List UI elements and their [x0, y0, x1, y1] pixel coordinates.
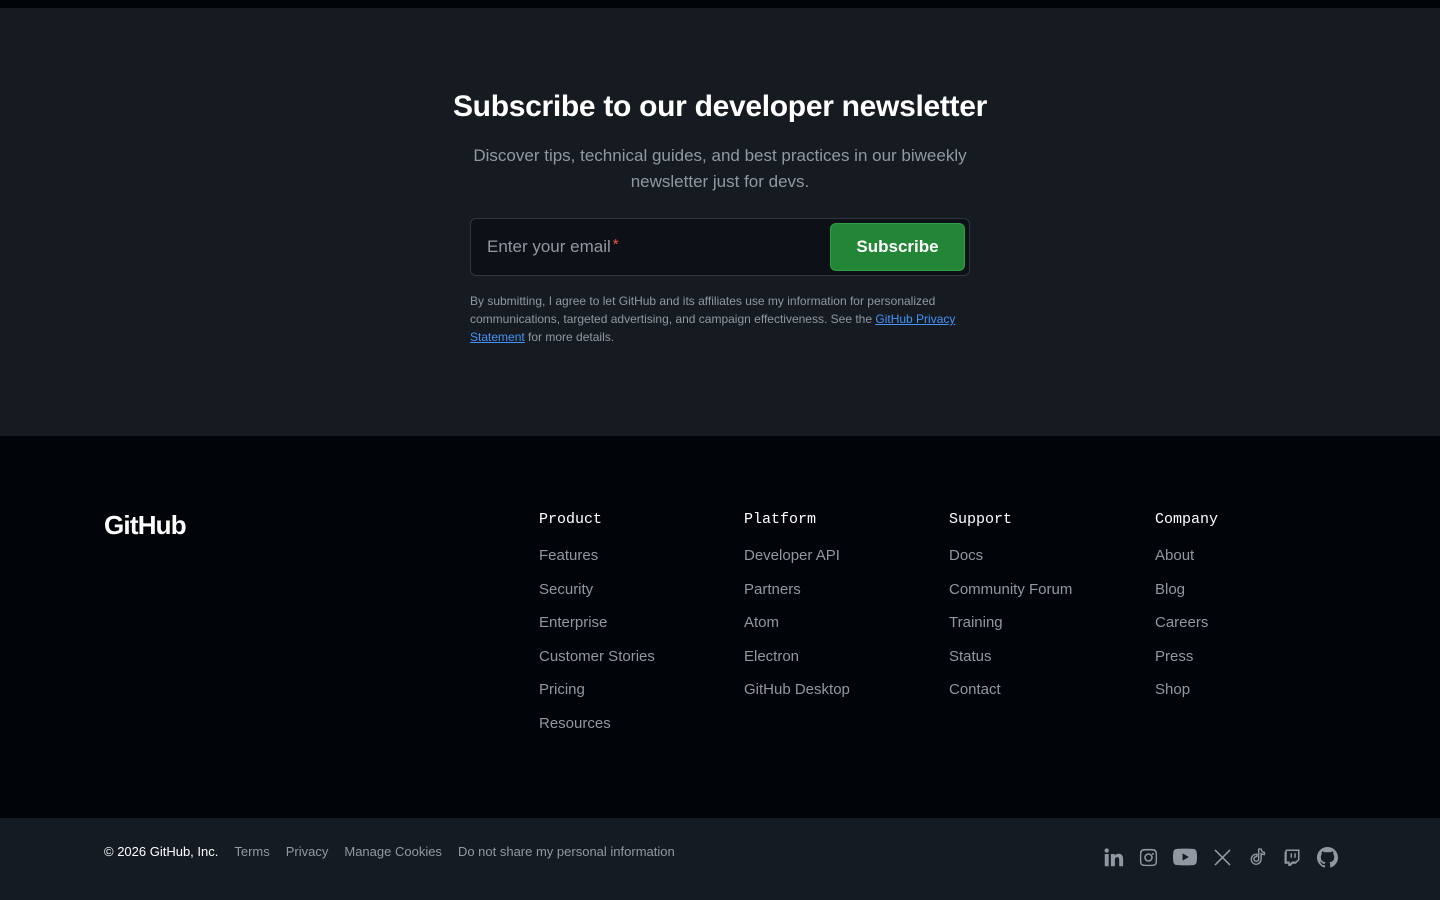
footer-column-company: Company About Blog Careers Press Shop: [1155, 510, 1218, 714]
footer-link-developer-api[interactable]: Developer API: [744, 546, 850, 566]
footer-main: GitHub Product Features Security Enterpr…: [0, 436, 1440, 818]
manage-cookies-link[interactable]: Manage Cookies: [344, 844, 442, 859]
footer-column-platform: Platform Developer API Partners Atom Ele…: [744, 510, 850, 714]
social-links: [1102, 846, 1338, 868]
footer-link-resources[interactable]: Resources: [539, 714, 655, 734]
copyright: © 2026 GitHub, Inc.: [104, 843, 219, 859]
column-title: Support: [949, 511, 1013, 528]
x-icon[interactable]: [1211, 846, 1233, 868]
required-marker: *: [612, 235, 619, 253]
newsletter-title: Subscribe to our developer newsletter: [452, 90, 988, 123]
subscribe-button[interactable]: Subscribe: [830, 223, 965, 271]
footer-link-shop[interactable]: Shop: [1155, 680, 1218, 700]
footer-link-github-desktop[interactable]: GitHub Desktop: [744, 680, 850, 700]
footer-column-product: Product Features Security Enterprise Cus…: [539, 510, 655, 748]
footer-link-security[interactable]: Security: [539, 580, 655, 600]
newsletter-section: Subscribe to our developer newsletter Di…: [0, 8, 1440, 436]
footer-link-electron[interactable]: Electron: [744, 647, 850, 667]
footer-link-about[interactable]: About: [1155, 546, 1218, 566]
footer-link-features[interactable]: Features: [539, 546, 655, 566]
newsletter-legal-text: By submitting, I agree to let GitHub and…: [470, 292, 980, 346]
legal-suffix: for more details.: [524, 330, 615, 344]
youtube-icon[interactable]: [1172, 846, 1198, 868]
footer-link-pricing[interactable]: Pricing: [539, 680, 655, 700]
footer-link-press[interactable]: Press: [1155, 647, 1218, 667]
linkedin-icon[interactable]: [1102, 846, 1124, 868]
footer-column-support: Support Docs Community Forum Training St…: [949, 510, 1072, 714]
footer-link-enterprise[interactable]: Enterprise: [539, 613, 655, 633]
email-placeholder: Enter your email: [487, 237, 611, 256]
github-icon[interactable]: [1316, 846, 1338, 868]
twitch-icon[interactable]: [1281, 846, 1303, 868]
footer-link-training[interactable]: Training: [949, 613, 1072, 633]
footer-link-status[interactable]: Status: [949, 647, 1072, 667]
footer-link-contact[interactable]: Contact: [949, 680, 1072, 700]
footer-link-community-forum[interactable]: Community Forum: [949, 580, 1072, 600]
legal-links: © 2026 GitHub, Inc. Terms Privacy Manage…: [104, 842, 691, 860]
footer-link-careers[interactable]: Careers: [1155, 613, 1218, 633]
email-field[interactable]: Enter your email *: [471, 219, 821, 275]
top-strip: [0, 0, 1440, 8]
footer-link-atom[interactable]: Atom: [744, 613, 850, 633]
newsletter-subtitle: Discover tips, technical guides, and bes…: [473, 146, 967, 191]
footer-link-customer-stories[interactable]: Customer Stories: [539, 647, 655, 667]
footer-link-docs[interactable]: Docs: [949, 546, 1072, 566]
footer-bottom-bar: © 2026 GitHub, Inc. Terms Privacy Manage…: [0, 818, 1440, 900]
column-title: Company: [1155, 511, 1219, 528]
github-logo[interactable]: GitHub: [104, 510, 187, 541]
terms-link[interactable]: Terms: [234, 844, 269, 859]
instagram-icon[interactable]: [1137, 846, 1159, 868]
column-title: Platform: [744, 511, 817, 528]
legal-prefix: By submitting, I agree to let GitHub and…: [470, 294, 936, 326]
footer-link-partners[interactable]: Partners: [744, 580, 850, 600]
do-not-share-link[interactable]: Do not share my personal information: [458, 844, 675, 859]
column-title: Product: [539, 511, 603, 528]
newsletter-form: Enter your email * Subscribe: [470, 218, 970, 276]
tiktok-icon[interactable]: [1246, 846, 1268, 868]
footer-link-blog[interactable]: Blog: [1155, 580, 1218, 600]
privacy-link[interactable]: Privacy: [286, 844, 329, 859]
